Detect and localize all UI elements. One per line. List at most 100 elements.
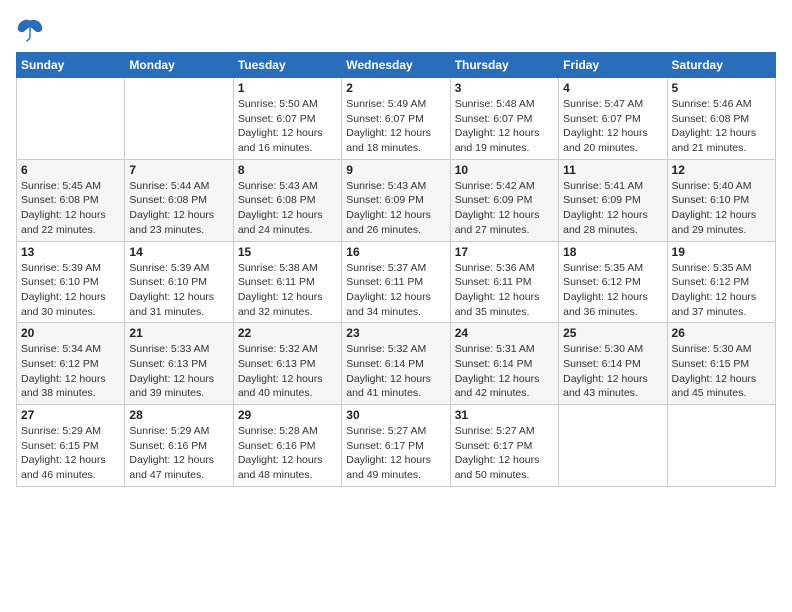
day-info: Sunrise: 5:43 AMSunset: 6:09 PMDaylight:… [346,179,445,238]
day-info: Sunrise: 5:42 AMSunset: 6:09 PMDaylight:… [455,179,554,238]
logo-bird-icon [16,16,44,44]
calendar-cell [125,78,233,160]
calendar-cell: 25 Sunrise: 5:30 AMSunset: 6:14 PMDayligh… [559,323,667,405]
calendar-header-row: SundayMondayTuesdayWednesdayThursdayFrid… [17,53,776,78]
day-number: 14 [129,245,228,259]
day-number: 25 [563,326,662,340]
day-number: 7 [129,163,228,177]
calendar-week-row: 20 Sunrise: 5:34 AMSunset: 6:12 PMDayligh… [17,323,776,405]
day-number: 31 [455,408,554,422]
day-info: Sunrise: 5:32 AMSunset: 6:14 PMDaylight:… [346,342,445,401]
day-info: Sunrise: 5:41 AMSunset: 6:09 PMDaylight:… [563,179,662,238]
calendar-cell: 21 Sunrise: 5:33 AMSunset: 6:13 PMDayligh… [125,323,233,405]
day-number: 5 [672,81,771,95]
day-info: Sunrise: 5:35 AMSunset: 6:12 PMDaylight:… [563,261,662,320]
calendar-weekday-sunday: Sunday [17,53,125,78]
calendar-cell: 30 Sunrise: 5:27 AMSunset: 6:17 PMDayligh… [342,405,450,487]
calendar-cell: 22 Sunrise: 5:32 AMSunset: 6:13 PMDayligh… [233,323,341,405]
day-number: 30 [346,408,445,422]
day-number: 6 [21,163,120,177]
page-header [16,16,776,44]
day-info: Sunrise: 5:46 AMSunset: 6:08 PMDaylight:… [672,97,771,156]
day-info: Sunrise: 5:29 AMSunset: 6:16 PMDaylight:… [129,424,228,483]
calendar-cell: 10 Sunrise: 5:42 AMSunset: 6:09 PMDayligh… [450,159,558,241]
calendar-cell: 9 Sunrise: 5:43 AMSunset: 6:09 PMDaylight… [342,159,450,241]
calendar-cell: 28 Sunrise: 5:29 AMSunset: 6:16 PMDayligh… [125,405,233,487]
day-number: 18 [563,245,662,259]
day-info: Sunrise: 5:34 AMSunset: 6:12 PMDaylight:… [21,342,120,401]
day-number: 20 [21,326,120,340]
day-info: Sunrise: 5:39 AMSunset: 6:10 PMDaylight:… [129,261,228,320]
calendar-cell: 2Sunrise: 5:49 AMSunset: 6:07 PMDaylight… [342,78,450,160]
day-info: Sunrise: 5:50 AMSunset: 6:07 PMDaylight:… [238,97,337,156]
calendar-week-row: 6 Sunrise: 5:45 AMSunset: 6:08 PMDaylight… [17,159,776,241]
day-number: 28 [129,408,228,422]
day-number: 17 [455,245,554,259]
calendar-cell: 12Sunrise: 5:40 AMSunset: 6:10 PMDayligh… [667,159,775,241]
calendar-weekday-thursday: Thursday [450,53,558,78]
day-info: Sunrise: 5:33 AMSunset: 6:13 PMDaylight:… [129,342,228,401]
calendar-cell: 17 Sunrise: 5:36 AMSunset: 6:11 PMDayligh… [450,241,558,323]
day-info: Sunrise: 5:37 AMSunset: 6:11 PMDaylight:… [346,261,445,320]
calendar-cell: 14 Sunrise: 5:39 AMSunset: 6:10 PMDayligh… [125,241,233,323]
calendar-week-row: 13Sunrise: 5:39 AMSunset: 6:10 PMDayligh… [17,241,776,323]
logo [16,16,48,44]
day-number: 19 [672,245,771,259]
day-info: Sunrise: 5:39 AMSunset: 6:10 PMDaylight:… [21,261,120,320]
calendar-cell: 7 Sunrise: 5:44 AMSunset: 6:08 PMDaylight… [125,159,233,241]
day-info: Sunrise: 5:48 AMSunset: 6:07 PMDaylight:… [455,97,554,156]
calendar-weekday-monday: Monday [125,53,233,78]
calendar-cell: 6 Sunrise: 5:45 AMSunset: 6:08 PMDaylight… [17,159,125,241]
day-info: Sunrise: 5:27 AMSunset: 6:17 PMDaylight:… [455,424,554,483]
calendar-cell: 20 Sunrise: 5:34 AMSunset: 6:12 PMDayligh… [17,323,125,405]
day-info: Sunrise: 5:35 AMSunset: 6:12 PMDaylight:… [672,261,771,320]
calendar-cell: 24 Sunrise: 5:31 AMSunset: 6:14 PMDayligh… [450,323,558,405]
day-info: Sunrise: 5:43 AMSunset: 6:08 PMDaylight:… [238,179,337,238]
day-info: Sunrise: 5:30 AMSunset: 6:15 PMDaylight:… [672,342,771,401]
calendar-cell: 3 Sunrise: 5:48 AMSunset: 6:07 PMDaylight… [450,78,558,160]
day-number: 11 [563,163,662,177]
calendar-weekday-tuesday: Tuesday [233,53,341,78]
day-info: Sunrise: 5:28 AMSunset: 6:16 PMDaylight:… [238,424,337,483]
day-info: Sunrise: 5:45 AMSunset: 6:08 PMDaylight:… [21,179,120,238]
day-info: Sunrise: 5:31 AMSunset: 6:14 PMDaylight:… [455,342,554,401]
calendar-cell: 8 Sunrise: 5:43 AMSunset: 6:08 PMDaylight… [233,159,341,241]
day-info: Sunrise: 5:30 AMSunset: 6:14 PMDaylight:… [563,342,662,401]
day-number: 3 [455,81,554,95]
calendar-week-row: 1 Sunrise: 5:50 AMSunset: 6:07 PMDaylight… [17,78,776,160]
day-number: 27 [21,408,120,422]
calendar-cell: 26 Sunrise: 5:30 AMSunset: 6:15 PMDayligh… [667,323,775,405]
calendar-cell [17,78,125,160]
calendar-cell: 29Sunrise: 5:28 AMSunset: 6:16 PMDayligh… [233,405,341,487]
day-info: Sunrise: 5:44 AMSunset: 6:08 PMDaylight:… [129,179,228,238]
day-number: 8 [238,163,337,177]
calendar-weekday-wednesday: Wednesday [342,53,450,78]
calendar-cell: 11 Sunrise: 5:41 AMSunset: 6:09 PMDayligh… [559,159,667,241]
day-number: 21 [129,326,228,340]
calendar-cell: 1 Sunrise: 5:50 AMSunset: 6:07 PMDaylight… [233,78,341,160]
day-number: 12 [672,163,771,177]
calendar-table: SundayMondayTuesdayWednesdayThursdayFrid… [16,52,776,487]
day-number: 26 [672,326,771,340]
day-info: Sunrise: 5:36 AMSunset: 6:11 PMDaylight:… [455,261,554,320]
day-info: Sunrise: 5:29 AMSunset: 6:15 PMDaylight:… [21,424,120,483]
calendar-cell: 31 Sunrise: 5:27 AMSunset: 6:17 PMDayligh… [450,405,558,487]
day-info: Sunrise: 5:32 AMSunset: 6:13 PMDaylight:… [238,342,337,401]
day-number: 24 [455,326,554,340]
day-number: 9 [346,163,445,177]
calendar-cell: 16 Sunrise: 5:37 AMSunset: 6:11 PMDayligh… [342,241,450,323]
day-number: 1 [238,81,337,95]
calendar-cell [559,405,667,487]
calendar-cell: 5 Sunrise: 5:46 AMSunset: 6:08 PMDaylight… [667,78,775,160]
day-number: 22 [238,326,337,340]
calendar-cell: 18 Sunrise: 5:35 AMSunset: 6:12 PMDayligh… [559,241,667,323]
day-number: 2 [346,81,445,95]
calendar-cell [667,405,775,487]
day-number: 10 [455,163,554,177]
day-number: 16 [346,245,445,259]
day-info: Sunrise: 5:27 AMSunset: 6:17 PMDaylight:… [346,424,445,483]
day-number: 15 [238,245,337,259]
calendar-cell: 4Sunrise: 5:47 AMSunset: 6:07 PMDaylight… [559,78,667,160]
calendar-cell: 23Sunrise: 5:32 AMSunset: 6:14 PMDayligh… [342,323,450,405]
calendar-weekday-saturday: Saturday [667,53,775,78]
